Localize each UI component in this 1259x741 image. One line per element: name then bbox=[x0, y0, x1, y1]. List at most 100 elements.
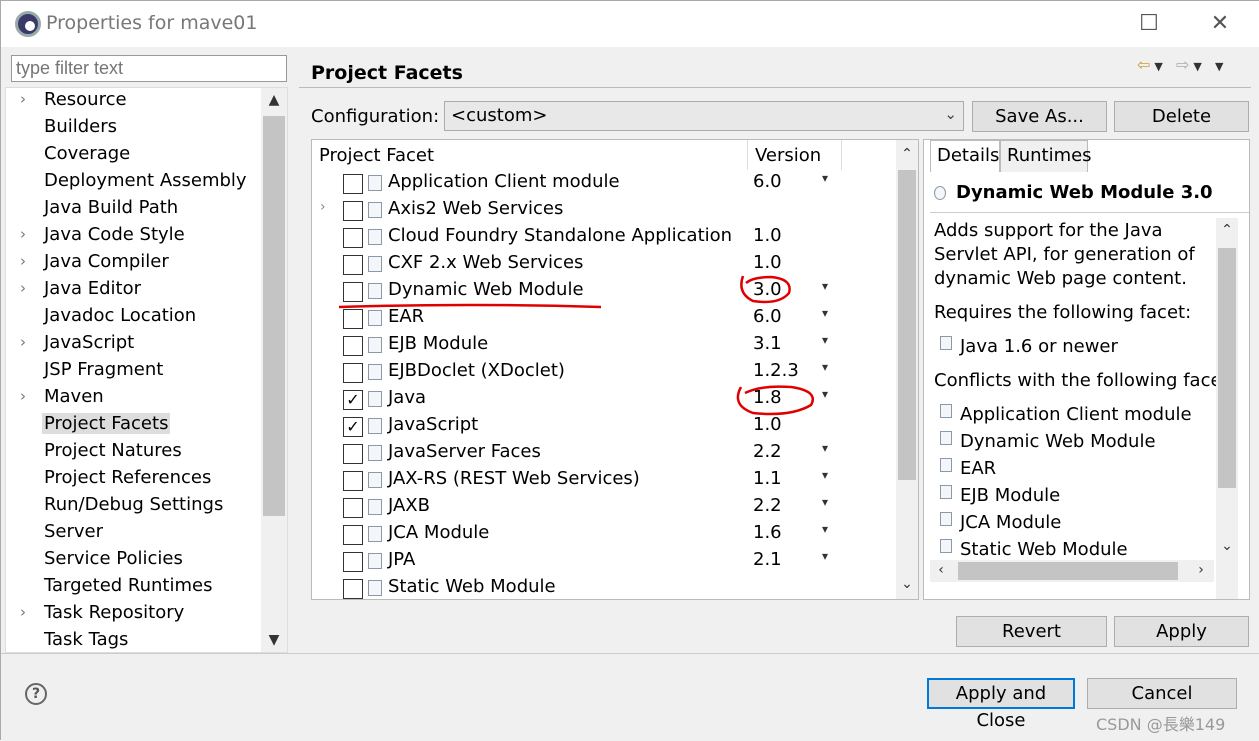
scroll-down-icon[interactable]: ⌄ bbox=[1216, 538, 1238, 554]
version-dropdown-icon[interactable]: ▾ bbox=[822, 387, 828, 401]
facet-version[interactable]: 6.0 bbox=[753, 171, 782, 192]
tree-item[interactable]: Java Build Path bbox=[6, 197, 262, 223]
facet-row[interactable]: EAR 6.0 ▾ bbox=[312, 305, 896, 332]
version-dropdown-icon[interactable]: ▾ bbox=[822, 468, 828, 482]
scroll-up-icon[interactable]: ▲ bbox=[263, 92, 285, 108]
tree-item[interactable]: › Task Repository bbox=[6, 602, 262, 628]
tree-item[interactable]: › JavaScript bbox=[6, 332, 262, 358]
version-dropdown-icon[interactable]: ▾ bbox=[822, 495, 828, 509]
expand-arrow-icon[interactable]: › bbox=[20, 387, 26, 405]
scroll-right-icon[interactable]: › bbox=[1190, 562, 1212, 578]
expand-arrow-icon[interactable]: › bbox=[20, 252, 26, 270]
version-dropdown-icon[interactable]: ▾ bbox=[822, 522, 828, 536]
scroll-thumb[interactable] bbox=[1218, 248, 1236, 488]
tree-item[interactable]: Builders bbox=[6, 116, 262, 142]
facet-checkbox[interactable] bbox=[343, 201, 363, 221]
back-menu-icon[interactable]: ▼ bbox=[1154, 60, 1166, 73]
facet-version[interactable]: 2.2 bbox=[753, 495, 782, 516]
facet-row[interactable]: JPA 2.1 ▾ bbox=[312, 548, 896, 575]
facet-row[interactable]: Static Web Module bbox=[312, 575, 896, 599]
cancel-button[interactable]: Cancel bbox=[1087, 678, 1237, 709]
version-dropdown-icon[interactable]: ▾ bbox=[822, 279, 828, 293]
forward-menu-icon[interactable]: ▼ bbox=[1193, 60, 1205, 73]
tree-item[interactable]: Service Policies bbox=[6, 548, 262, 574]
facet-version[interactable]: 1.6 bbox=[753, 522, 782, 543]
facet-checkbox[interactable] bbox=[343, 525, 363, 545]
version-dropdown-icon[interactable]: ▾ bbox=[822, 360, 828, 374]
tree-item[interactable]: Server bbox=[6, 521, 262, 547]
facet-checkbox[interactable] bbox=[343, 174, 363, 194]
tab-runtimes[interactable]: Runtimes bbox=[1000, 140, 1092, 172]
version-dropdown-icon[interactable]: ▾ bbox=[822, 549, 828, 563]
version-dropdown-icon[interactable]: ▾ bbox=[822, 333, 828, 347]
facet-checkbox[interactable] bbox=[343, 363, 363, 383]
view-menu-icon[interactable]: ▼ bbox=[1215, 60, 1227, 73]
tree-item[interactable]: Javadoc Location bbox=[6, 305, 262, 331]
scroll-thumb[interactable] bbox=[958, 562, 1178, 580]
facet-checkbox[interactable] bbox=[343, 444, 363, 464]
facet-row[interactable]: Cloud Foundry Standalone Application 1.0 bbox=[312, 224, 896, 251]
facet-checkbox[interactable] bbox=[343, 552, 363, 572]
tree-item[interactable]: Project References bbox=[6, 467, 262, 493]
facet-row[interactable]: JAXB 2.2 ▾ bbox=[312, 494, 896, 521]
column-header-version[interactable]: Version bbox=[748, 140, 842, 170]
facets-scrollbar[interactable]: ⌃ ⌄ bbox=[896, 140, 918, 599]
facet-row[interactable]: › Axis2 Web Services bbox=[312, 197, 896, 224]
facet-row[interactable]: JAX-RS (REST Web Services) 1.1 ▾ bbox=[312, 467, 896, 494]
expand-arrow-icon[interactable]: › bbox=[20, 279, 26, 297]
facet-checkbox[interactable]: ✓ bbox=[343, 417, 363, 437]
facet-row[interactable]: ✓ JavaScript 1.0 bbox=[312, 413, 896, 440]
help-icon[interactable]: ? bbox=[25, 683, 47, 705]
delete-button[interactable]: Delete bbox=[1114, 101, 1249, 132]
facet-row[interactable]: EJB Module 3.1 ▾ bbox=[312, 332, 896, 359]
scroll-down-icon[interactable]: ▼ bbox=[263, 632, 285, 648]
version-dropdown-icon[interactable]: ▾ bbox=[822, 171, 828, 185]
tree-item[interactable]: › Java Editor bbox=[6, 278, 262, 304]
expand-arrow-icon[interactable]: › bbox=[20, 333, 26, 351]
facet-checkbox[interactable] bbox=[343, 228, 363, 248]
facet-checkbox[interactable] bbox=[343, 579, 363, 599]
apply-button[interactable]: Apply bbox=[1114, 616, 1249, 647]
version-dropdown-icon[interactable]: ▾ bbox=[822, 306, 828, 320]
facet-row[interactable]: Dynamic Web Module 3.0 ▾ bbox=[312, 278, 896, 305]
facet-version[interactable]: 2.2 bbox=[753, 441, 782, 462]
tab-details[interactable]: Details bbox=[930, 140, 1000, 172]
forward-icon[interactable]: ⇨ bbox=[1176, 55, 1193, 74]
tree-item[interactable]: › Java Compiler bbox=[6, 251, 262, 277]
expand-arrow-icon[interactable]: › bbox=[20, 603, 26, 621]
scroll-left-icon[interactable]: ‹ bbox=[930, 562, 952, 578]
tree-item[interactable]: › Java Code Style bbox=[6, 224, 262, 250]
expand-arrow-icon[interactable]: › bbox=[320, 199, 326, 215]
revert-button[interactable]: Revert bbox=[956, 616, 1107, 647]
tree-item[interactable]: Project Natures bbox=[6, 440, 262, 466]
facet-row[interactable]: JavaServer Faces 2.2 ▾ bbox=[312, 440, 896, 467]
facet-checkbox[interactable] bbox=[343, 471, 363, 491]
tree-item[interactable]: › Maven bbox=[6, 386, 262, 412]
scroll-up-icon[interactable]: ⌃ bbox=[896, 146, 918, 162]
scroll-up-icon[interactable]: ⌃ bbox=[1216, 222, 1238, 238]
tree-scrollbar[interactable]: ▲ ▼ bbox=[261, 88, 287, 652]
facet-version[interactable]: 3.0 bbox=[753, 279, 782, 300]
facet-row[interactable]: CXF 2.x Web Services 1.0 bbox=[312, 251, 896, 278]
facet-version[interactable]: 1.1 bbox=[753, 468, 782, 489]
configuration-combo[interactable]: <custom> ⌄ bbox=[444, 101, 964, 131]
facet-checkbox[interactable] bbox=[343, 309, 363, 329]
facet-version[interactable]: 1.2.3 bbox=[753, 360, 799, 381]
filter-input[interactable] bbox=[11, 55, 287, 82]
facet-row[interactable]: JCA Module 1.6 ▾ bbox=[312, 521, 896, 548]
facet-version[interactable]: 1.8 bbox=[753, 387, 782, 408]
back-icon[interactable]: ⇦ bbox=[1137, 55, 1154, 74]
details-hscrollbar[interactable]: ‹ › bbox=[930, 560, 1214, 582]
column-header-facet[interactable]: Project Facet bbox=[312, 140, 748, 170]
apply-and-close-button[interactable]: Apply and Close bbox=[927, 678, 1075, 731]
facet-checkbox[interactable] bbox=[343, 255, 363, 275]
facet-version[interactable]: 6.0 bbox=[753, 306, 782, 327]
facet-checkbox[interactable] bbox=[343, 498, 363, 518]
scroll-thumb[interactable] bbox=[263, 116, 285, 516]
scroll-thumb[interactable] bbox=[898, 170, 916, 480]
tree-item[interactable]: Coverage bbox=[6, 143, 262, 169]
facet-checkbox[interactable] bbox=[343, 282, 363, 302]
tree-item[interactable]: › Resource bbox=[6, 89, 262, 115]
facet-row[interactable]: EJBDoclet (XDoclet) 1.2.3 ▾ bbox=[312, 359, 896, 386]
tree-item[interactable]: Project Facets bbox=[6, 413, 262, 439]
